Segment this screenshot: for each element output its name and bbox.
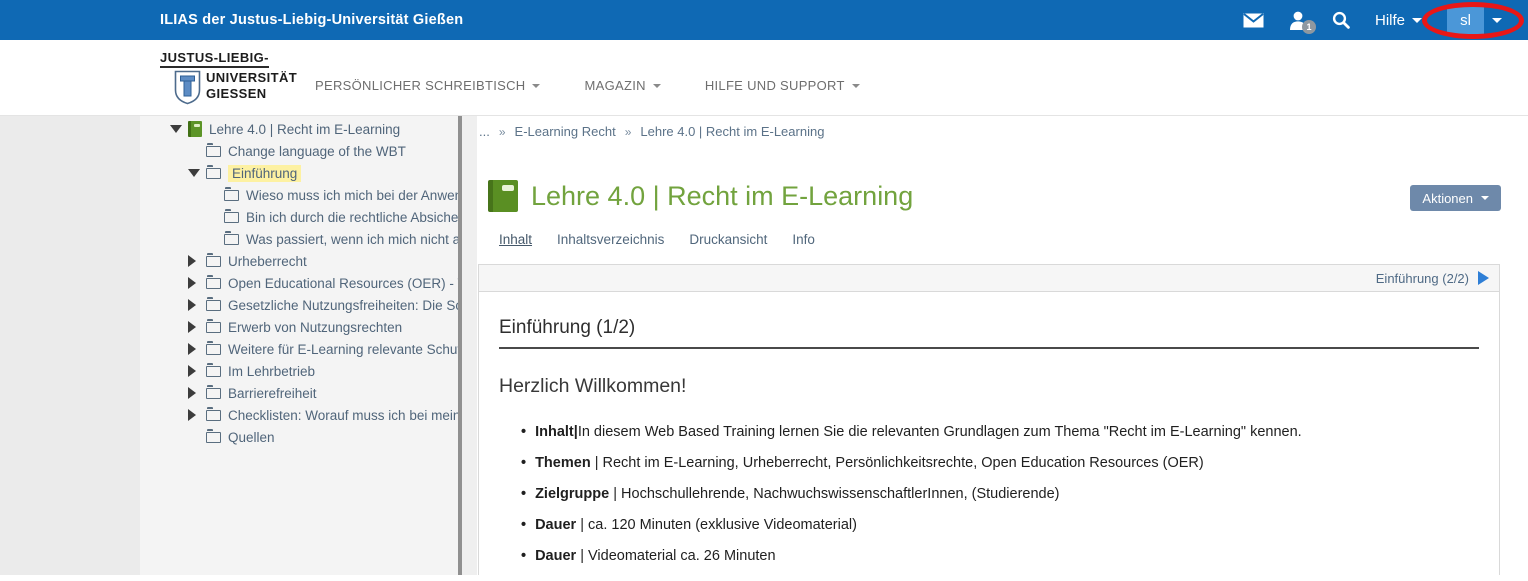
section-heading: Einführung (1/2) xyxy=(499,317,1479,349)
pager-bar: Einführung (2/2) xyxy=(479,265,1499,292)
folder-icon xyxy=(206,256,221,267)
tree-item[interactable]: Im Lehrbetrieb xyxy=(140,360,458,382)
learning-module-icon xyxy=(488,180,518,212)
tree-item[interactable]: Erwerb von Nutzungsrechten xyxy=(140,316,458,338)
chevron-down-icon xyxy=(1412,18,1422,23)
content-tree-sidebar: Lehre 4.0 | Recht im E-Learning Change l… xyxy=(140,116,458,575)
tree-item[interactable]: Checklisten: Worauf muss ich bei meine xyxy=(140,404,458,426)
expand-icon[interactable] xyxy=(188,387,196,399)
tree-item[interactable]: Urheberrecht xyxy=(140,250,458,272)
folder-icon xyxy=(224,190,239,201)
list-item: Themen | Recht im E-Learning, Urheberrec… xyxy=(521,453,1479,473)
next-page-icon[interactable] xyxy=(1478,271,1489,285)
logo-line2: UNIVERSITÄT xyxy=(206,70,297,86)
tree-item[interactable]: Wieso muss ich mich bei der Anwend xyxy=(140,184,458,206)
list-item: Zielgruppe | Hochschullehrende, Nachwuch… xyxy=(521,484,1479,504)
folder-icon xyxy=(206,278,221,289)
top-bar: ILIAS der Justus-Liebig-Universität Gieß… xyxy=(0,0,1528,40)
left-page-margin xyxy=(0,116,140,575)
tree-item-root[interactable]: Lehre 4.0 | Recht im E-Learning xyxy=(140,118,458,140)
expand-icon[interactable] xyxy=(188,321,196,333)
info-list: Inhalt|In diesem Web Based Training lern… xyxy=(521,422,1479,566)
folder-icon xyxy=(206,432,221,443)
breadcrumb: ... » E-Learning Recht » Lehre 4.0 | Rec… xyxy=(479,124,824,139)
expand-icon[interactable] xyxy=(188,365,196,377)
breadcrumb-separator: » xyxy=(499,125,506,139)
breadcrumb-ellipsis[interactable]: ... xyxy=(479,124,490,139)
ilias-window: ILIAS der Justus-Liebig-Universität Gieß… xyxy=(0,0,1528,581)
pager-next-label[interactable]: Einführung (2/2) xyxy=(1376,271,1469,286)
list-item: Dauer | Videomaterial ca. 26 Minuten xyxy=(521,546,1479,566)
user-menu-button[interactable]: sl xyxy=(1447,5,1484,35)
breadcrumb-link[interactable]: Lehre 4.0 | Recht im E-Learning xyxy=(640,124,824,139)
tree-item[interactable]: Weitere für E-Learning relevante Schutz xyxy=(140,338,458,360)
breadcrumb-separator: » xyxy=(625,125,632,139)
menu-repository[interactable]: MAGAZIN xyxy=(584,78,660,93)
chevron-down-icon xyxy=(1481,196,1489,200)
folder-icon xyxy=(206,168,221,179)
folder-icon xyxy=(206,300,221,311)
page-body: Lehre 4.0 | Recht im E-Learning Change l… xyxy=(0,116,1528,575)
tab-bar: Inhalt Inhaltsverzeichnis Druckansicht I… xyxy=(499,232,815,247)
mail-icon[interactable] xyxy=(1243,13,1264,28)
expand-icon[interactable] xyxy=(188,409,196,421)
site-header: JUSTUS-LIEBIG- UNIVERSITÄT GIESSEN PERSÖ… xyxy=(0,40,1528,116)
tab-info[interactable]: Info xyxy=(792,232,815,247)
actions-button[interactable]: Aktionen xyxy=(1410,185,1501,211)
tree-item[interactable]: Change language of the WBT xyxy=(140,140,458,162)
chevron-down-icon xyxy=(852,84,860,88)
chevron-down-icon xyxy=(653,84,661,88)
folder-icon xyxy=(206,146,221,157)
folder-icon xyxy=(224,212,239,223)
menu-personal-desktop[interactable]: PERSÖNLICHER SCHREIBTISCH xyxy=(315,78,540,93)
content-panel: Einführung (2/2) Einführung (1/2) Herzli… xyxy=(478,264,1500,575)
chevron-down-icon xyxy=(532,84,540,88)
tree-item[interactable]: Gesetzliche Nutzungsfreiheiten: Die Sch xyxy=(140,294,458,316)
tree-item[interactable]: Barrierefreiheit xyxy=(140,382,458,404)
logo-line1: JUSTUS-LIEBIG- xyxy=(160,50,269,68)
breadcrumb-link[interactable]: E-Learning Recht xyxy=(515,124,616,139)
university-logo[interactable]: JUSTUS-LIEBIG- UNIVERSITÄT GIESSEN xyxy=(160,49,297,110)
folder-icon xyxy=(206,344,221,355)
search-icon[interactable] xyxy=(1332,11,1350,29)
page-title: Lehre 4.0 | Recht im E-Learning xyxy=(531,181,913,212)
help-menu[interactable]: Hilfe xyxy=(1375,12,1422,29)
page-section: Einführung (1/2) Herzlich Willkommen! In… xyxy=(479,292,1499,575)
tab-inhalt[interactable]: Inhalt xyxy=(499,232,532,247)
collapse-icon[interactable] xyxy=(170,125,182,133)
main-content: ... » E-Learning Recht » Lehre 4.0 | Rec… xyxy=(477,116,1528,575)
expand-icon[interactable] xyxy=(188,299,196,311)
collapse-icon[interactable] xyxy=(188,169,200,177)
learning-module-icon xyxy=(188,121,202,137)
tab-inhaltsverzeichnis[interactable]: Inhaltsverzeichnis xyxy=(557,232,664,247)
tree-item-current[interactable]: Einführung xyxy=(140,162,458,184)
expand-icon[interactable] xyxy=(188,277,196,289)
folder-icon xyxy=(224,234,239,245)
tree-item[interactable]: Open Educational Resources (OER) - Wa xyxy=(140,272,458,294)
menu-help-support[interactable]: HILFE UND SUPPORT xyxy=(705,78,860,93)
logo-line3: GIESSEN xyxy=(206,86,297,102)
app-title: ILIAS der Justus-Liebig-Universität Gieß… xyxy=(160,12,463,28)
expand-icon[interactable] xyxy=(188,343,196,355)
tree-gutter xyxy=(462,116,477,575)
folder-icon xyxy=(206,388,221,399)
help-label: Hilfe xyxy=(1375,12,1405,29)
folder-icon xyxy=(206,322,221,333)
notification-badge: 1 xyxy=(1302,20,1316,34)
user-notifications-icon[interactable]: 1 xyxy=(1289,11,1307,30)
welcome-heading: Herzlich Willkommen! xyxy=(499,375,1479,398)
main-menu: PERSÖNLICHER SCHREIBTISCH MAGAZIN HILFE … xyxy=(315,78,860,93)
list-item: Inhalt|In diesem Web Based Training lern… xyxy=(521,422,1479,442)
tree-item[interactable]: Quellen xyxy=(140,426,458,448)
university-shield-icon xyxy=(174,70,201,110)
list-item: Dauer | ca. 120 Minuten (exklusive Video… xyxy=(521,515,1479,535)
tab-druckansicht[interactable]: Druckansicht xyxy=(689,232,767,247)
tree-item[interactable]: Was passiert, wenn ich mich nicht an xyxy=(140,228,458,250)
folder-icon xyxy=(206,366,221,377)
user-menu-chevron-icon[interactable] xyxy=(1492,18,1502,23)
expand-icon[interactable] xyxy=(188,255,196,267)
tree-item[interactable]: Bin ich durch die rechtliche Absicher xyxy=(140,206,458,228)
folder-icon xyxy=(206,410,221,421)
